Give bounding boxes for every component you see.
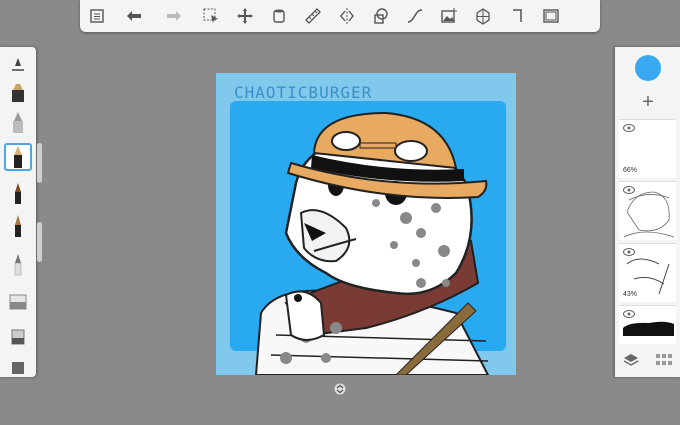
color-swatch[interactable]	[635, 55, 661, 81]
grid-view-icon[interactable]	[655, 354, 672, 366]
visibility-eye-icon[interactable]	[623, 124, 635, 132]
undo-icon[interactable]	[114, 0, 154, 32]
add-layer-icon[interactable]: +	[635, 89, 661, 115]
brush-size-slider-icon[interactable]	[4, 51, 32, 79]
symmetry-icon[interactable]	[330, 0, 364, 32]
artwork	[216, 73, 516, 375]
drawing-canvas[interactable]: CHAOTICBURGER	[216, 73, 516, 375]
layer-item[interactable]: 43%	[619, 243, 676, 302]
ballpoint-pen-icon[interactable]	[4, 143, 32, 171]
artist-signature: CHAOTICBURGER	[234, 83, 373, 102]
fullscreen-icon[interactable]	[534, 0, 568, 32]
perspective-grid-icon[interactable]	[466, 0, 500, 32]
layer-item[interactable]: 66%	[619, 119, 676, 178]
image-import-icon[interactable]	[432, 0, 466, 32]
smudge-tool-icon[interactable]	[4, 323, 32, 351]
ruler-icon[interactable]	[296, 0, 330, 32]
fill-bucket-icon[interactable]	[262, 0, 296, 32]
toggle-ui-handle-icon[interactable]	[334, 383, 346, 395]
layers-stack-icon[interactable]	[623, 353, 639, 367]
visibility-eye-icon[interactable]	[623, 186, 635, 194]
crop-icon[interactable]	[500, 0, 534, 32]
transform-icon[interactable]	[228, 0, 262, 32]
eraser-icon[interactable]	[4, 287, 32, 315]
brush-palette	[0, 47, 36, 377]
shapes-icon[interactable]	[364, 0, 398, 32]
paint-brush-icon[interactable]	[4, 179, 32, 207]
layer-panel-footer	[615, 347, 680, 373]
layer-opacity: 43%	[623, 291, 638, 298]
visibility-eye-icon[interactable]	[623, 310, 635, 318]
layer-panel: + 66% 43%	[615, 47, 680, 377]
layer-item[interactable]	[619, 181, 676, 240]
marker-brush-icon[interactable]	[4, 79, 32, 107]
brush-scroll-handle[interactable]	[37, 143, 42, 183]
top-toolbar	[80, 0, 600, 32]
redo-icon[interactable]	[154, 0, 194, 32]
selection-icon[interactable]	[194, 0, 228, 32]
pencil-icon[interactable]	[4, 250, 32, 278]
ink-pen-icon[interactable]	[4, 212, 32, 240]
menu-list-icon[interactable]	[80, 0, 114, 32]
airbrush-icon[interactable]	[4, 109, 32, 137]
flat-brush-icon[interactable]	[4, 355, 32, 383]
brush-scroll-handle-2[interactable]	[37, 222, 42, 262]
curve-icon[interactable]	[398, 0, 432, 32]
layer-opacity: 66%	[623, 167, 638, 174]
visibility-eye-icon[interactable]	[623, 248, 635, 256]
layer-item[interactable]	[619, 305, 676, 344]
